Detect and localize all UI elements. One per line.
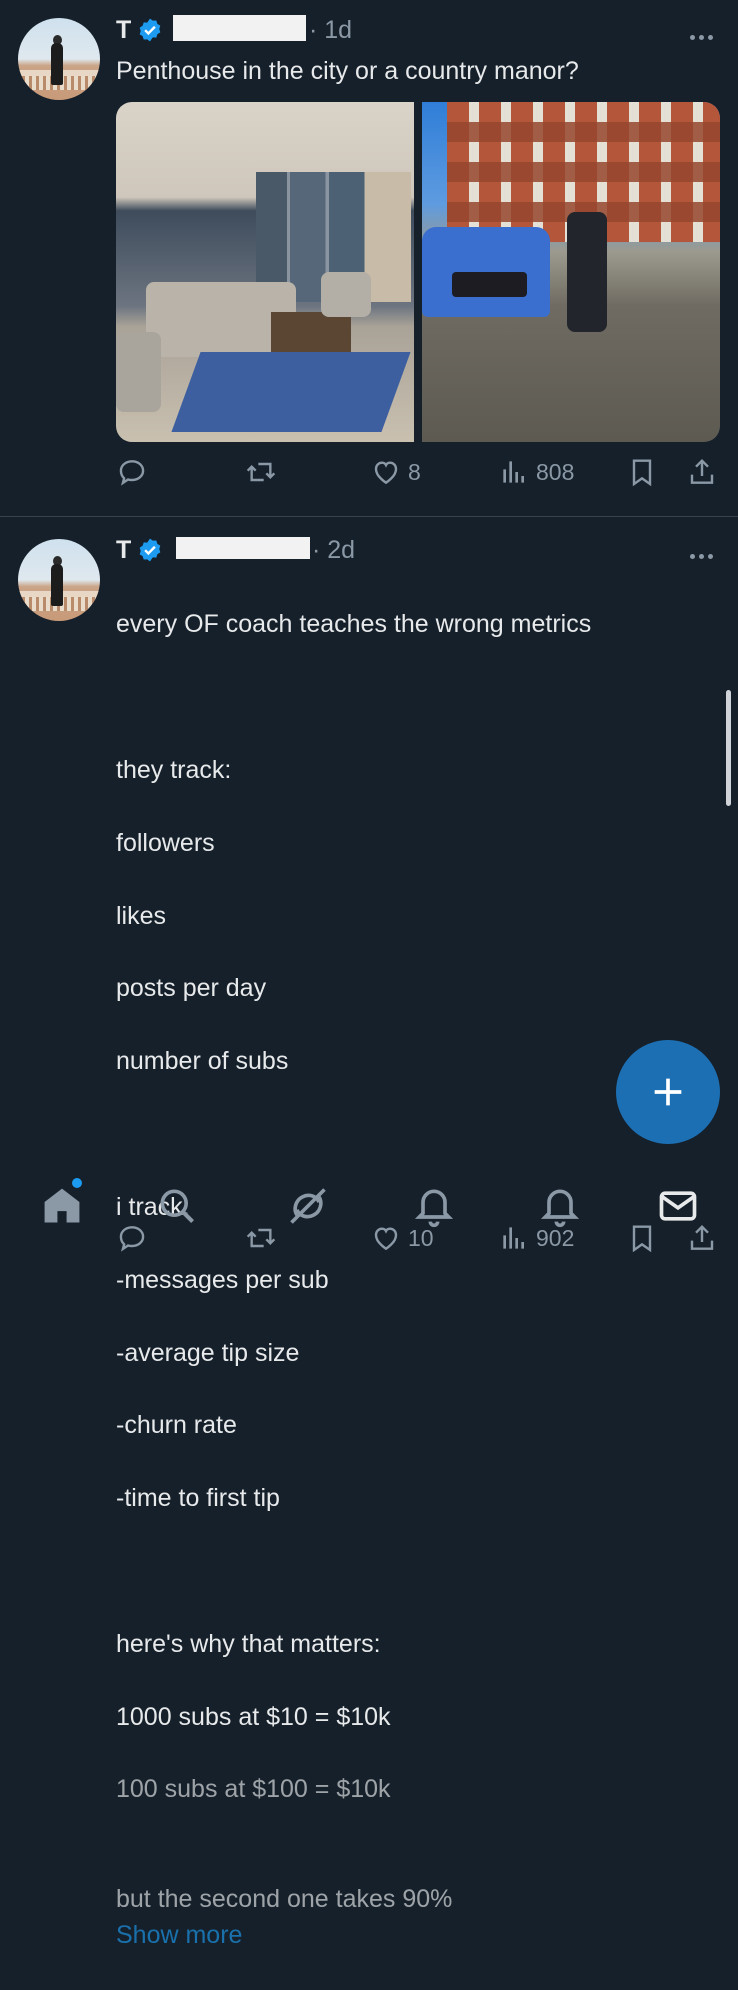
tweet-text: every OF coach teaches the wrong metrics…: [116, 570, 591, 1990]
tweet-line: likes: [116, 901, 167, 930]
tweet-actions: 8 808: [0, 456, 738, 496]
tweet-line: [116, 1116, 591, 1152]
tweet-time[interactable]: · 1d: [309, 16, 352, 45]
views-icon: [503, 461, 524, 483]
show-more-link[interactable]: Show more: [116, 1921, 242, 1949]
tweet-line: posts per day: [116, 974, 267, 1003]
verified-badge-icon: [139, 538, 161, 562]
tweet[interactable]: T · 2d every OF coach teaches the wrong …: [0, 517, 738, 1949]
tweet-line: [116, 679, 591, 715]
author-avatar[interactable]: [18, 18, 100, 100]
like-icon: [374, 461, 398, 485]
home-icon[interactable]: [40, 1184, 84, 1228]
reply-icon: [119, 460, 145, 486]
tweet-line: here's why that matters:: [116, 1629, 381, 1658]
tweet-line: 100 subs at $100 = $10k: [116, 1775, 391, 1804]
photo-manor[interactable]: [422, 102, 720, 442]
redacted-handle: [173, 15, 306, 41]
like-count: 8: [408, 458, 421, 485]
tweet-line: they track:: [116, 756, 232, 785]
tweet-line: -time to first tip: [116, 1484, 280, 1513]
tweet[interactable]: T · 1d Penthouse in the city or a countr…: [0, 0, 738, 517]
reply-button[interactable]: [116, 456, 148, 488]
author-avatar[interactable]: [18, 539, 100, 621]
author-name[interactable]: T: [116, 16, 131, 45]
more-icon[interactable]: [690, 27, 720, 40]
retweet-button[interactable]: [244, 456, 278, 488]
author-name[interactable]: T: [116, 536, 131, 565]
more-icon[interactable]: [690, 546, 720, 559]
compose-plus-icon: [654, 1078, 682, 1106]
tweet-line: followers: [116, 828, 215, 857]
tweet-text: Penthouse in the city or a country manor…: [116, 57, 579, 85]
share-button[interactable]: [686, 456, 718, 488]
compose-button[interactable]: [616, 1040, 720, 1144]
view-count: 808: [536, 458, 575, 485]
tweet-last-line: but the second one takes 90%: [116, 1884, 453, 1913]
scrollbar[interactable]: [726, 690, 731, 806]
notifications-icon[interactable]: [412, 1184, 456, 1228]
messages-icon[interactable]: [656, 1184, 700, 1228]
tweet-line-truncated: but the second one takes 90% Show more: [116, 1844, 591, 1953]
photo-penthouse[interactable]: [116, 102, 414, 442]
redacted-handle: [176, 537, 310, 559]
tweet-line: [116, 1553, 591, 1589]
bookmark-button[interactable]: [626, 456, 658, 488]
tweet-line: -average tip size: [116, 1338, 300, 1367]
share-icon: [690, 458, 714, 484]
views-button[interactable]: 808: [498, 456, 574, 488]
tweet-line: number of subs: [116, 1047, 289, 1076]
like-button[interactable]: 8: [370, 456, 421, 488]
tweet-line: -messages per sub: [116, 1265, 329, 1294]
verified-badge-icon: [139, 18, 161, 42]
tweet-line: every OF coach teaches the wrong metrics: [116, 610, 592, 639]
tweet-line: -churn rate: [116, 1411, 237, 1440]
tweet-media[interactable]: [116, 102, 720, 442]
bottom-navigation: [0, 1170, 738, 1240]
bookmark-icon: [632, 459, 652, 487]
tweet-line: 1000 subs at $10 = $10k: [116, 1702, 391, 1731]
notifications-icon[interactable]: [538, 1184, 582, 1228]
tweet-time[interactable]: · 2d: [312, 536, 355, 565]
home-unread-dot: [72, 1178, 82, 1188]
grok-icon[interactable]: [286, 1184, 330, 1228]
retweet-icon: [246, 462, 276, 482]
search-icon[interactable]: [155, 1184, 199, 1228]
